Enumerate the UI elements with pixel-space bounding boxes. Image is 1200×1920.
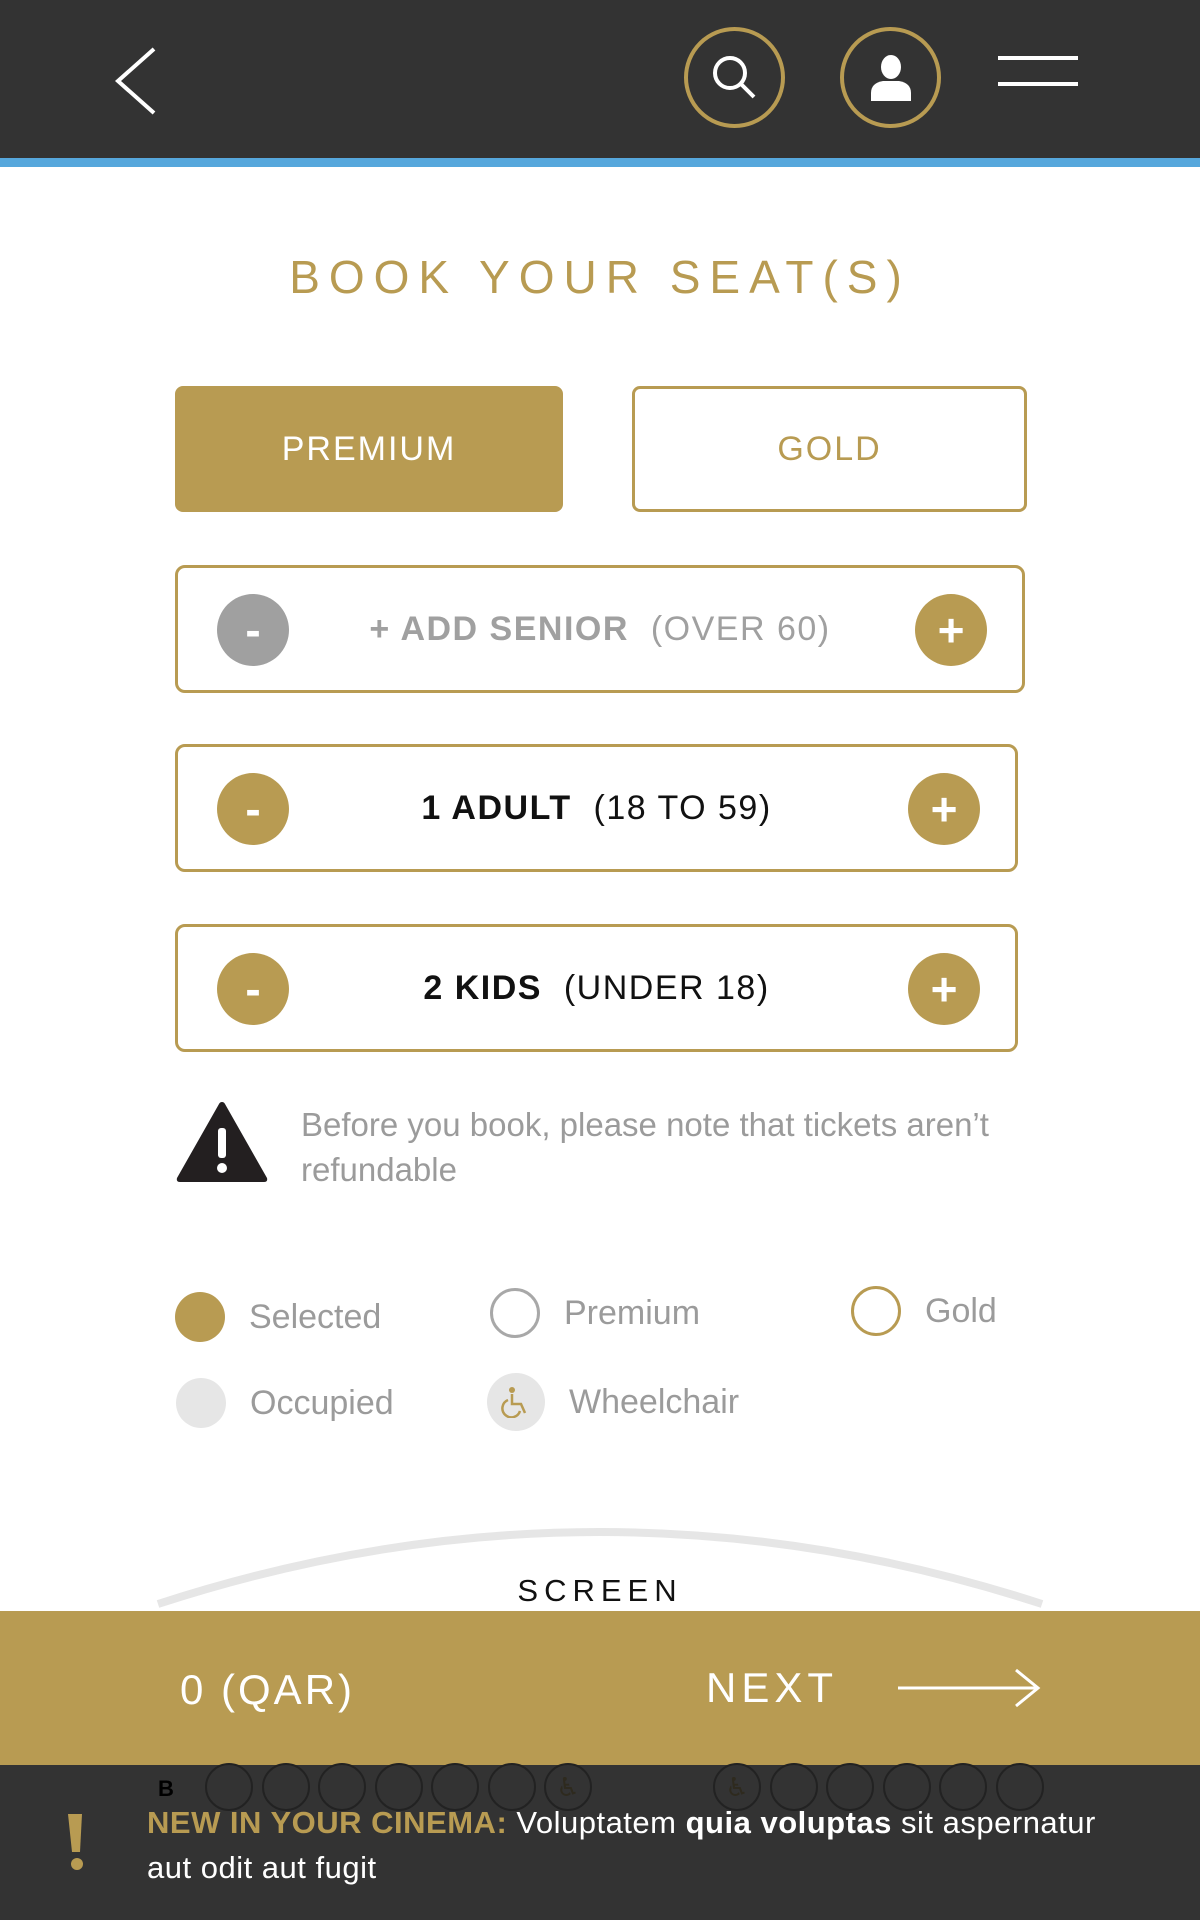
legend-premium: Premium <box>490 1288 700 1338</box>
senior-ticket-stepper: - + ADD SENIOR (OVER 60) + <box>175 565 1025 693</box>
premium-seat-swatch-icon <box>490 1288 540 1338</box>
next-label: NEXT <box>706 1664 839 1711</box>
chevron-left-icon <box>114 47 156 115</box>
senior-decrement-button[interactable]: - <box>217 594 289 666</box>
back-button[interactable] <box>110 45 170 117</box>
next-button[interactable]: NEXT <box>706 1660 1046 1716</box>
legend-occupied: Occupied <box>176 1378 394 1428</box>
menu-line <box>998 56 1078 60</box>
screen-label: SCREEN <box>517 1573 683 1608</box>
row-label: B <box>158 1776 174 1801</box>
gold-seat-swatch-icon <box>851 1286 901 1336</box>
legend-label: Wheelchair <box>569 1382 740 1421</box>
user-icon <box>870 54 911 101</box>
kids-ticket-label: 2 KIDS (UNDER 18) <box>298 927 895 1049</box>
kids-decrement-button[interactable]: - <box>217 953 289 1025</box>
menu-line <box>998 82 1078 86</box>
kids-age-range: (UNDER 18) <box>563 968 770 1007</box>
page-title: BOOK YOUR SEAT(S) <box>289 251 911 303</box>
search-icon <box>712 55 755 98</box>
senior-ticket-title: + ADD SENIOR <box>369 609 629 648</box>
news-ticker-text[interactable]: NEW IN YOUR CINEMA: Voluptatem quia volu… <box>147 1800 1147 1890</box>
wheelchair-icon: ♿ <box>725 1771 749 1802</box>
adult-ticket-stepper: - 1 ADULT (18 TO 59) + <box>175 744 1018 872</box>
legend-selected: Selected <box>175 1292 381 1342</box>
legend-label: Occupied <box>250 1383 394 1422</box>
tab-gold[interactable]: GOLD <box>632 386 1027 512</box>
refund-warning-text: Before you book, please note that ticket… <box>301 1106 989 1188</box>
ticker-text-bold: quia voluptas <box>685 1805 892 1840</box>
adult-age-range: (18 TO 59) <box>593 788 772 827</box>
adult-ticket-label: 1 ADULT (18 TO 59) <box>298 747 895 869</box>
senior-age-range: (OVER 60) <box>650 609 831 648</box>
header-accent-strip <box>0 158 1200 167</box>
senior-ticket-label: + ADD SENIOR (OVER 60) <box>298 568 902 690</box>
hamburger-menu-button[interactable] <box>998 54 1080 90</box>
occupied-seat-swatch-icon <box>176 1378 226 1428</box>
total-price: 0 (QAR) <box>180 1666 356 1713</box>
arrow-right-icon <box>898 1668 1041 1708</box>
kids-ticket-stepper: - 2 KIDS (UNDER 18) + <box>175 924 1018 1052</box>
ticker-text-1: Voluptatem <box>507 1805 686 1840</box>
ticker-lead: NEW IN YOUR CINEMA: <box>147 1805 508 1840</box>
adult-increment-button[interactable]: + <box>908 773 980 845</box>
kids-ticket-title: 2 KIDS <box>423 968 542 1007</box>
kids-increment-button[interactable]: + <box>908 953 980 1025</box>
senior-increment-button[interactable]: + <box>915 594 987 666</box>
legend-wheelchair: Wheelchair <box>487 1373 739 1431</box>
user-account-button[interactable] <box>840 27 941 128</box>
adult-ticket-title: 1 ADULT <box>421 788 572 827</box>
app-header <box>0 0 1200 158</box>
legend-label: Premium <box>564 1293 701 1332</box>
exclamation-icon <box>68 1814 83 1870</box>
selected-seat-swatch-icon <box>175 1292 225 1342</box>
warning-triangle-icon <box>176 1102 268 1182</box>
wheelchair-icon <box>501 1387 527 1418</box>
legend-label: Selected <box>249 1297 382 1336</box>
wheelchair-seat-swatch <box>487 1373 545 1431</box>
adult-decrement-button[interactable]: - <box>217 773 289 845</box>
wheelchair-icon: ♿ <box>556 1771 580 1802</box>
tab-premium[interactable]: PREMIUM <box>175 386 563 512</box>
search-button[interactable] <box>684 27 785 128</box>
legend-gold: Gold <box>851 1286 997 1336</box>
legend-label: Gold <box>925 1291 997 1330</box>
